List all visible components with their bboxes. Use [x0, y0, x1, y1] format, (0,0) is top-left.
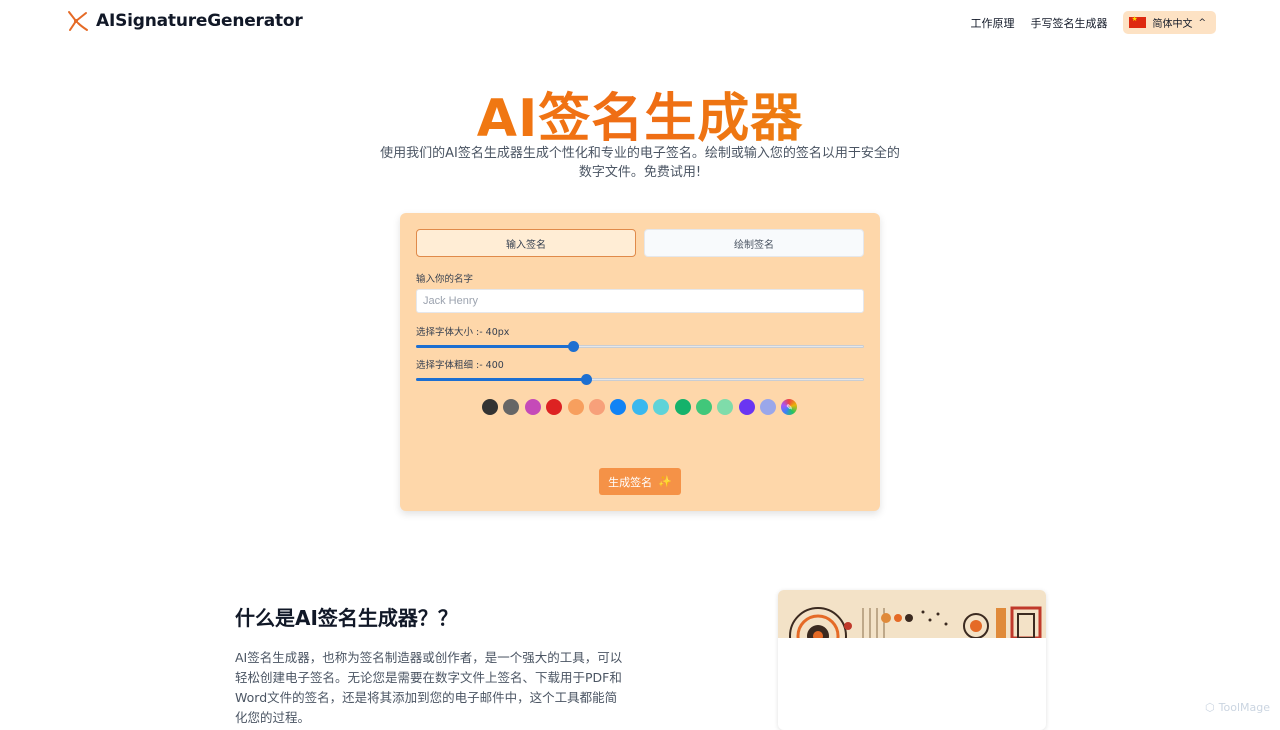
top-nav: 工作原理 手写签名生成器 简体中文 ^ [970, 11, 1216, 34]
sparkles-icon: ✨ [658, 475, 672, 488]
font-weight-slider[interactable] [416, 374, 864, 386]
color-swatch[interactable] [717, 399, 733, 415]
generate-label: 生成签名 [608, 474, 652, 490]
color-swatch[interactable] [675, 399, 691, 415]
chevron-up-icon: ^ [1198, 18, 1206, 28]
color-swatch[interactable] [632, 399, 648, 415]
color-swatch[interactable] [546, 399, 562, 415]
color-swatch[interactable] [653, 399, 669, 415]
watermark: ⬡ ToolMage [1205, 701, 1270, 714]
slider-fill [416, 345, 573, 348]
font-weight-label: 选择字体粗细 :- 400 [416, 357, 504, 371]
name-input-label: 输入你的名字 [416, 271, 473, 285]
logo[interactable]: AISignatureGenerator [66, 9, 303, 33]
logo-text: AISignatureGenerator [96, 11, 303, 31]
illustration-card [778, 590, 1046, 730]
site-header: AISignatureGenerator 工作原理 手写签名生成器 简体中文 ^ [0, 0, 1280, 44]
slider-fill [416, 378, 586, 381]
nav-how-it-works[interactable]: 工作原理 [970, 15, 1014, 31]
about-title: 什么是AI签名生成器？？ [235, 602, 458, 631]
font-size-slider[interactable] [416, 341, 864, 353]
color-swatch[interactable] [739, 399, 755, 415]
color-swatch[interactable] [610, 399, 626, 415]
illustration-image [778, 590, 1046, 638]
color-swatches: ✎ [482, 399, 797, 415]
abstract-art-graphic [778, 590, 1046, 638]
color-wheel-icon[interactable]: ✎ [781, 399, 797, 415]
page-subtitle: 使用我们的AI签名生成器生成个性化和专业的电子签名。绘制或输入您的签名以用于安全… [380, 144, 900, 182]
language-label: 简体中文 [1152, 15, 1192, 30]
language-selector[interactable]: 简体中文 ^ [1123, 11, 1216, 34]
color-swatch[interactable] [589, 399, 605, 415]
watermark-label: ToolMage [1219, 701, 1270, 714]
color-swatch[interactable] [525, 399, 541, 415]
signature-generator-card: 输入签名 绘制签名 输入你的名字 选择字体大小 :- 40px 选择字体粗细 :… [400, 213, 880, 511]
china-flag-icon [1129, 17, 1146, 28]
page-title: AI签名生成器 [0, 76, 1280, 151]
hexagon-icon: ⬡ [1205, 701, 1215, 714]
signature-pen-logo-icon [66, 9, 90, 33]
tab-type-signature[interactable]: 输入签名 [416, 229, 636, 257]
color-swatch[interactable] [760, 399, 776, 415]
slider-thumb[interactable] [568, 341, 579, 352]
font-size-label: 选择字体大小 :- 40px [416, 324, 509, 338]
slider-thumb[interactable] [581, 374, 592, 385]
color-swatch[interactable] [568, 399, 584, 415]
nav-handwritten-generator[interactable]: 手写签名生成器 [1030, 15, 1107, 31]
name-input[interactable] [416, 289, 864, 313]
color-swatch[interactable] [482, 399, 498, 415]
color-swatch[interactable] [503, 399, 519, 415]
about-body: AI签名生成器，也称为签名制造器或创作者，是一个强大的工具，可以轻松创建电子签名… [235, 648, 625, 728]
generate-signature-button[interactable]: 生成签名 ✨ [599, 468, 681, 495]
color-swatch[interactable] [696, 399, 712, 415]
tab-draw-signature[interactable]: 绘制签名 [644, 229, 864, 257]
